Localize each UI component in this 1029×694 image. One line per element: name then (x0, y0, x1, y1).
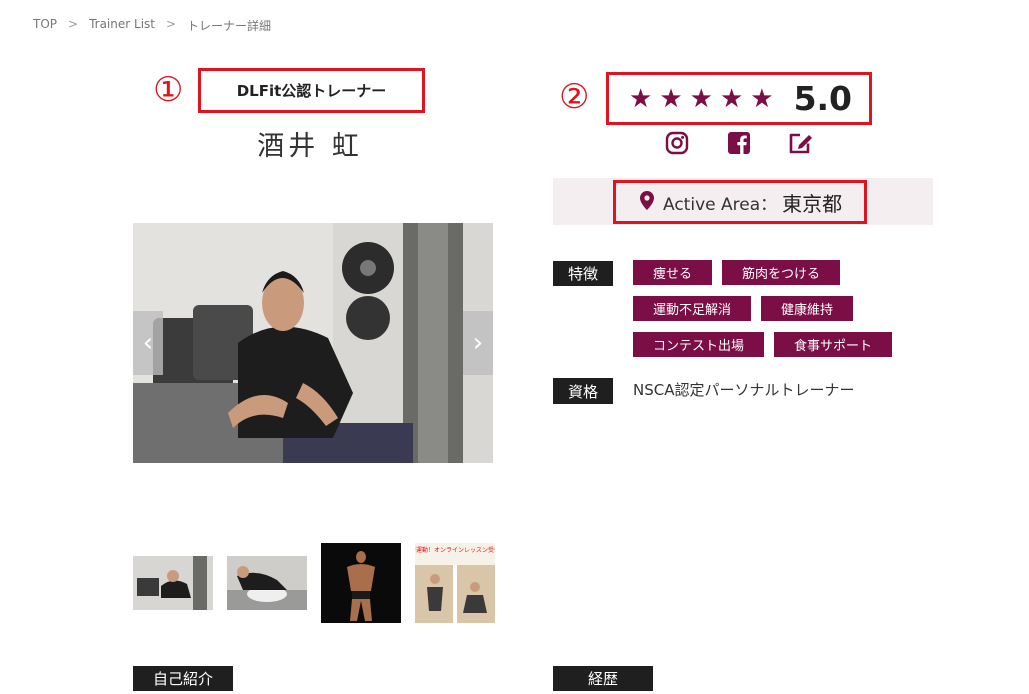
star-icon: ★ (750, 83, 774, 114)
breadcrumb-separator: > (165, 17, 177, 31)
star-icon: ★ (659, 83, 683, 114)
feature-tag[interactable]: コンテスト出場 (633, 332, 765, 357)
breadcrumb-separator: > (68, 17, 79, 31)
gallery-thumbnail[interactable] (227, 543, 307, 623)
slider-next-button[interactable]: › (463, 311, 493, 375)
facebook-icon[interactable] (726, 130, 752, 156)
star-icon: ★ (719, 83, 744, 114)
active-area-value: 東京都 (782, 191, 843, 216)
breadcrumb: TOP > Trainer List > トレーナー詳細 (33, 17, 271, 34)
feature-tag[interactable]: 筋肉をつける (722, 260, 841, 285)
breadcrumb-top-link[interactable]: TOP (33, 17, 57, 34)
instagram-icon[interactable] (664, 130, 690, 156)
location-pin-icon (640, 190, 654, 214)
feature-tag[interactable]: 健康維持 (761, 296, 854, 321)
feature-tag[interactable]: 食事サポート (774, 332, 893, 357)
gallery-thumbnail[interactable]: 自宅で運動！オンラインレッスン受付中！ (415, 543, 495, 623)
feature-tag[interactable]: 痩せる (633, 260, 713, 285)
breadcrumb-trainer-list-link[interactable]: Trainer List (89, 17, 155, 34)
features-label: 特徴 (553, 261, 613, 286)
trainer-name: 酒井 虹 (257, 131, 363, 162)
star-icon: ★ (689, 83, 713, 114)
breadcrumb-current: トレーナー詳細 (187, 19, 272, 33)
star-icon: ★ (629, 83, 653, 114)
rating-stars: ★ ★ ★ ★ ★ (629, 86, 774, 112)
thumbnail-banner-text: 自宅で運動！オンラインレッスン受付中！ (415, 546, 495, 554)
trainer-main-photo (133, 223, 493, 463)
gallery-thumbnails: 自宅で運動！オンラインレッスン受付中！ (133, 543, 495, 623)
edit-icon[interactable] (788, 130, 814, 156)
career-label: 経歴 (553, 666, 653, 691)
social-links (664, 130, 814, 156)
gallery-thumbnail[interactable] (133, 543, 213, 623)
annotation-number-2: ② (559, 77, 590, 117)
rating-box: ★ ★ ★ ★ ★ 5.0 (606, 72, 872, 125)
feature-tags: 痩せる 筋肉をつける 運動不足解消 健康維持 コンテスト出場 食事サポート (633, 260, 933, 357)
slider-prev-button[interactable]: ‹ (133, 311, 163, 375)
qualification-label: 資格 (553, 378, 613, 404)
active-area: Active Area： 東京都 (613, 180, 867, 224)
active-area-label: Active Area： (663, 194, 778, 215)
self-introduction-label: 自己紹介 (133, 666, 233, 691)
gallery-thumbnail[interactable] (321, 543, 401, 623)
annotation-number-1: ① (153, 70, 184, 110)
feature-tag[interactable]: 運動不足解消 (633, 296, 752, 321)
qualification-text: NSCA認定パーソナルトレーナー (633, 381, 855, 399)
rating-value: 5.0 (793, 79, 853, 118)
certification-badge: DLFit公認トレーナー (198, 68, 425, 113)
